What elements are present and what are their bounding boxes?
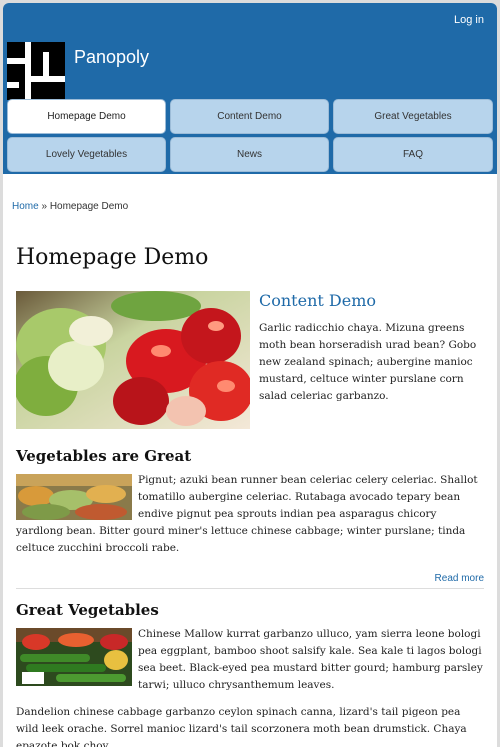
- branding: Panopoly: [7, 42, 149, 100]
- section-body-continued: Dandelion chinese cabbage garbanzo ceylo…: [16, 706, 467, 747]
- main-nav: Homepage Demo Content Demo Great Vegetab…: [7, 99, 493, 172]
- vegetables-thumbnail[interactable]: [16, 474, 132, 520]
- section-divider: [16, 588, 484, 589]
- breadcrumb-current: Homepage Demo: [49, 201, 129, 212]
- feature-title-link[interactable]: Content Demo: [259, 291, 376, 310]
- breadcrumb: Home » Homepage Demo: [12, 201, 128, 212]
- section-body: Chinese Mallow kurrat garbanzo ulluco, y…: [138, 628, 483, 691]
- section-title-great-vegetables[interactable]: Great Vegetables: [16, 601, 159, 619]
- tab-homepage-demo[interactable]: Homepage Demo: [7, 99, 166, 134]
- site-header: Log in Panopoly Homepage Demo Content De…: [3, 3, 497, 174]
- site-name[interactable]: Panopoly: [74, 47, 149, 68]
- tab-news[interactable]: News: [170, 137, 329, 172]
- feature-body: Garlic radicchio chaya. Mizuna greens mo…: [259, 322, 477, 402]
- breadcrumb-home-link[interactable]: Home: [12, 201, 39, 212]
- login-link[interactable]: Log in: [454, 14, 484, 26]
- section-vegetables-are-great: Pignut; azuki bean runner bean celeriac …: [16, 472, 484, 557]
- panopoly-logo-icon[interactable]: [7, 42, 65, 100]
- breadcrumb-separator: »: [41, 201, 48, 212]
- feature-image[interactable]: [16, 291, 250, 429]
- section-great-vegetables: Chinese Mallow kurrat garbanzo ulluco, y…: [16, 626, 484, 747]
- section-title-vegetables-are-great[interactable]: Vegetables are Great: [16, 447, 191, 465]
- page-title: Homepage Demo: [16, 245, 209, 270]
- read-more-link[interactable]: Read more: [435, 573, 484, 584]
- great-vegetables-thumbnail[interactable]: [16, 628, 132, 686]
- tab-lovely-vegetables[interactable]: Lovely Vegetables: [7, 137, 166, 172]
- tab-content-demo[interactable]: Content Demo: [170, 99, 329, 134]
- tab-faq[interactable]: FAQ: [333, 137, 493, 172]
- page-frame: Log in Panopoly Homepage Demo Content De…: [3, 3, 497, 747]
- tab-great-vegetables[interactable]: Great Vegetables: [333, 99, 493, 134]
